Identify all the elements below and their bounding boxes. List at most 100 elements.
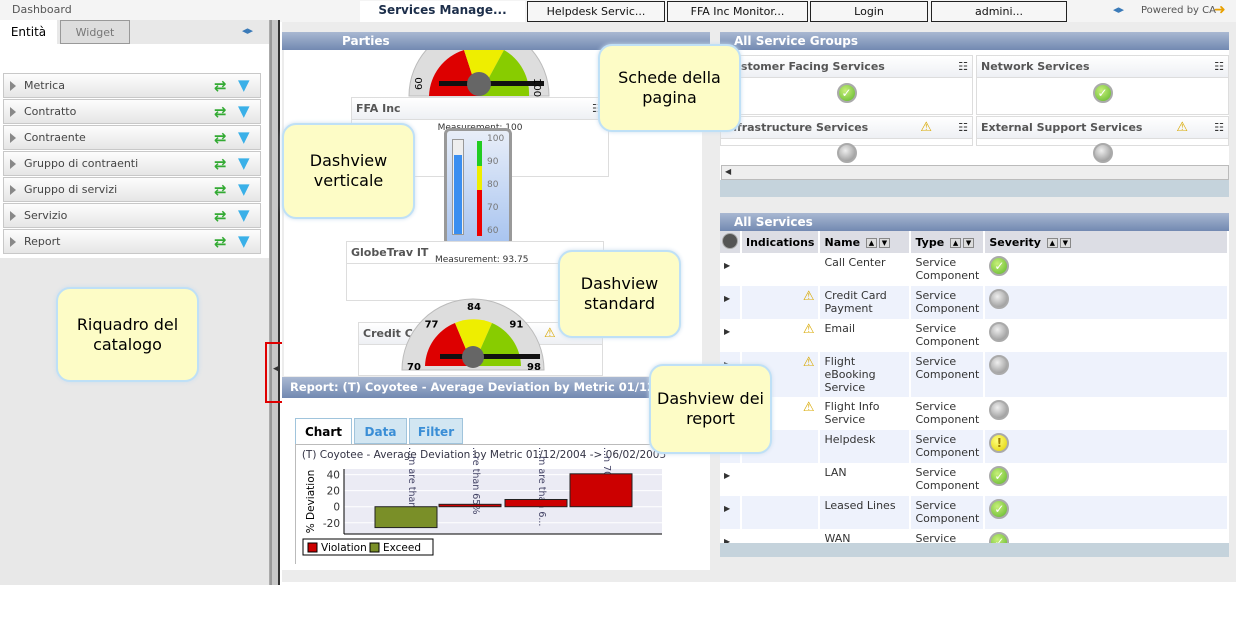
filter-icon[interactable]: ▼ — [238, 152, 250, 175]
filter-icon[interactable]: ▼ — [238, 178, 250, 201]
row-expand-icon[interactable]: ▶ — [720, 286, 742, 319]
row-expand-icon[interactable]: ▶ — [720, 496, 742, 529]
tab-widget[interactable]: Widget — [60, 20, 130, 44]
callout-catalog: Riquadro del catalogo — [56, 287, 199, 382]
menu-icon[interactable]: ☷ — [958, 121, 968, 134]
table-row[interactable]: ▶ Call Center Service Component ✓ — [720, 253, 1229, 286]
status-ok-icon: ✓ — [836, 83, 857, 103]
refresh-icon[interactable]: ⇄ — [214, 101, 227, 124]
bar-violation[interactable] — [569, 473, 633, 508]
tab-data[interactable]: Data — [354, 418, 407, 444]
sort-asc-icon[interactable]: ▲ — [950, 237, 962, 248]
standard-gauge-tick: 70 — [407, 362, 421, 373]
callout-page-tabs: Schede della pagina — [598, 44, 741, 132]
horizontal-scrollbar[interactable]: ◀ — [721, 165, 1229, 180]
col-indications[interactable]: Indications — [741, 231, 821, 253]
legend-label: Exceed — [383, 542, 421, 554]
service-group-title: Network Services — [977, 56, 1228, 78]
refresh-icon[interactable]: ⇄ — [214, 153, 227, 176]
splitter[interactable] — [270, 20, 280, 585]
filter-icon[interactable]: ▼ — [238, 230, 250, 253]
catalog-item[interactable]: Servizio ⇄ ▼ — [3, 203, 261, 228]
services-footer — [720, 543, 1229, 557]
all-services-header: All Services — [720, 213, 1229, 231]
expand-icon[interactable] — [10, 159, 16, 169]
table-row[interactable]: ▶ ⚠ Credit Card Payment Service Component — [720, 286, 1229, 319]
row-expand-icon[interactable]: ▶ — [720, 463, 742, 496]
expand-icon[interactable] — [10, 211, 16, 221]
tab-filter[interactable]: Filter — [409, 418, 463, 444]
catalog-item-label: Report — [24, 235, 61, 248]
catalog-item[interactable]: Metrica ⇄ ▼ — [3, 73, 261, 98]
expand-icon[interactable] — [10, 237, 16, 247]
menu-icon[interactable]: ☷ — [1214, 121, 1224, 134]
sort-desc-icon[interactable]: ▼ — [963, 237, 975, 248]
refresh-icon[interactable]: ⇄ — [214, 127, 227, 150]
expand-icon[interactable] — [10, 185, 16, 195]
table-row[interactable]: ▶ ⚠ Email Service Component — [720, 319, 1229, 352]
service-name: Helpdesk — [819, 430, 912, 463]
table-row[interactable]: ▶⚠Flight eBooking ServiceService Compone… — [720, 352, 1229, 397]
refresh-icon[interactable]: ⇄ — [214, 231, 227, 254]
service-group[interactable]: Network Services ☷ ✓ — [976, 55, 1229, 115]
bar-exceed[interactable] — [374, 506, 438, 529]
row-expand-icon[interactable]: ▶ — [720, 529, 742, 543]
table-row[interactable]: ▶ LAN Service Component ✓ — [720, 463, 1229, 496]
expand-icon[interactable] — [10, 133, 16, 143]
table-row[interactable]: ▶⚠Flight Info ServiceService Component — [720, 397, 1229, 430]
catalog-item-label: Contraente — [24, 131, 86, 144]
panel-arrows-icon[interactable]: ◂▸ — [242, 24, 253, 37]
catalog-item[interactable]: Report ⇄ ▼ — [3, 229, 261, 254]
table-row[interactable]: ▶HelpdeskService Component! — [720, 430, 1229, 463]
x-tick-label: ...m are than 6... — [536, 447, 547, 526]
service-group[interactable]: External Support Services ☷ ⚠ — [976, 116, 1229, 163]
expand-all-icon[interactable] — [722, 232, 738, 249]
severity-ok-icon: ✓ — [989, 256, 1010, 276]
catalog-item[interactable]: Contraente ⇄ ▼ — [3, 125, 261, 150]
powered-by: Powered by CA — [1141, 5, 1216, 16]
sort-desc-icon[interactable]: ▼ — [878, 237, 890, 248]
tab-chart[interactable]: Chart — [295, 418, 352, 444]
row-expand-icon[interactable]: ▶ — [720, 253, 742, 286]
catalog-item[interactable]: Gruppo di servizi ⇄ ▼ — [3, 177, 261, 202]
service-name: Email — [819, 319, 912, 352]
bar-violation[interactable] — [504, 498, 568, 508]
col-name[interactable]: Name ▲ ▼ — [819, 231, 912, 253]
warning-icon: ⚠ — [802, 322, 815, 337]
tab-admin[interactable]: admini... — [931, 1, 1067, 22]
menu-icon[interactable]: ☷ — [958, 60, 968, 73]
refresh-icon[interactable]: ⇄ — [214, 179, 227, 202]
col-severity[interactable]: Severity ▲ ▼ — [984, 231, 1229, 253]
catalog-item[interactable]: Gruppo di contraenti ⇄ ▼ — [3, 151, 261, 176]
filter-icon[interactable]: ▼ — [238, 204, 250, 227]
col-type[interactable]: Type ▲ ▼ — [910, 231, 986, 253]
filter-icon[interactable]: ▼ — [238, 100, 250, 123]
table-row[interactable]: ▶ Leased Lines Service Component ✓ — [720, 496, 1229, 529]
bar-violation[interactable] — [438, 503, 502, 508]
refresh-icon[interactable]: ⇄ — [214, 75, 227, 98]
service-name: WAN — [819, 529, 912, 543]
filter-icon[interactable]: ▼ — [238, 74, 250, 97]
tab-login[interactable]: Login — [810, 1, 928, 22]
service-group[interactable]: Customer Facing Services ☷ ✓ — [720, 55, 973, 115]
tab-entita[interactable]: Entità — [0, 20, 57, 44]
refresh-icon[interactable]: ⇄ — [214, 205, 227, 228]
sort-desc-icon[interactable]: ▼ — [1059, 237, 1071, 248]
filter-icon[interactable]: ▼ — [238, 126, 250, 149]
sort-asc-icon[interactable]: ▲ — [865, 237, 877, 248]
sort-asc-icon[interactable]: ▲ — [1046, 237, 1058, 248]
tab-services-manage[interactable]: Services Manage... — [360, 1, 525, 22]
tab-scroll-arrows-icon[interactable]: ◂▸ — [1113, 3, 1124, 16]
expand-icon[interactable] — [10, 107, 16, 117]
expand-icon[interactable] — [10, 81, 16, 91]
service-type: Service Component — [910, 463, 986, 496]
row-expand-icon[interactable]: ▶ — [720, 319, 742, 352]
collapse-arrow-icon[interactable]: ◀ — [273, 364, 280, 374]
menu-icon[interactable]: ☷ — [1214, 60, 1224, 73]
service-group[interactable]: Infrastructure Services ☷ ⚠ — [720, 116, 973, 163]
table-row[interactable]: ▶ WANService Component✓ — [720, 529, 1229, 543]
logout-icon[interactable]: ➜ — [1214, 2, 1226, 18]
tab-helpdesk[interactable]: Helpdesk Servic... — [527, 1, 665, 22]
tab-ffa-monitor[interactable]: FFA Inc Monitor... — [667, 1, 808, 22]
catalog-item[interactable]: Contratto ⇄ ▼ — [3, 99, 261, 124]
